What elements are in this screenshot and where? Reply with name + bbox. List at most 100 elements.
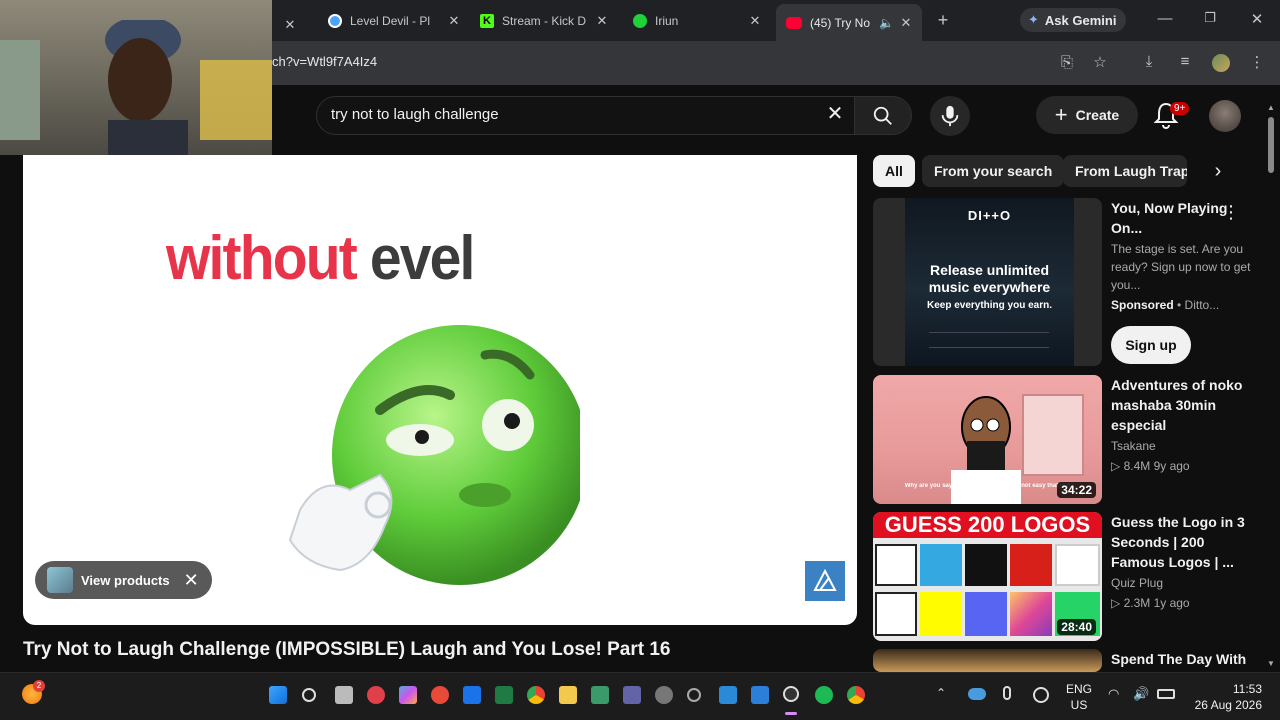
recommended-video[interactable]: GUESS 200 LOGOS 28:40 Guess the Logo in … bbox=[873, 512, 1263, 641]
chrome-icon[interactable] bbox=[527, 686, 545, 704]
install-app-icon[interactable]: ⎘ bbox=[1057, 54, 1077, 71]
ad-thumbnail[interactable]: DI++O Release unlimited music everywhere… bbox=[873, 198, 1102, 366]
chip-from-your-search[interactable]: From your search bbox=[922, 155, 1065, 187]
mcdonalds-logo bbox=[1010, 544, 1052, 586]
chevron-right-icon[interactable]: › bbox=[1204, 156, 1232, 186]
file-explorer-icon[interactable] bbox=[559, 686, 577, 704]
app-icon-gear[interactable] bbox=[655, 686, 673, 704]
ad-brand-logo: DI++O bbox=[967, 208, 1012, 223]
profile-avatar-icon[interactable] bbox=[1212, 54, 1230, 72]
task-view-icon[interactable] bbox=[335, 686, 353, 704]
minimize-icon[interactable]: — bbox=[1155, 10, 1175, 27]
snapchat-logo bbox=[920, 592, 962, 636]
bookmark-star-icon[interactable]: ☆ bbox=[1090, 53, 1110, 71]
microphone-icon bbox=[941, 105, 959, 127]
app-icon-cube[interactable] bbox=[751, 686, 769, 704]
video-meta: Guess the Logo in 3 Seconds | 200 Famous… bbox=[1111, 512, 1256, 612]
view-products-label: View products bbox=[81, 572, 170, 588]
ask-gemini-button[interactable]: ✦ Ask Gemini bbox=[1020, 8, 1126, 32]
video-thumbnail[interactable]: Why are you saying only be because it's … bbox=[873, 375, 1102, 504]
browser-menu-icon[interactable]: ⋮ bbox=[1247, 53, 1267, 71]
chip-from-channel[interactable]: From Laugh Trapp bbox=[1063, 155, 1187, 187]
account-avatar[interactable] bbox=[1209, 100, 1241, 132]
clear-search-icon[interactable]: ✕ bbox=[822, 101, 848, 126]
onedrive-icon[interactable] bbox=[968, 688, 986, 700]
windows-start-icon[interactable] bbox=[269, 686, 287, 704]
microphone-icon[interactable] bbox=[1003, 686, 1011, 700]
spotify-icon[interactable] bbox=[815, 686, 833, 704]
voice-search-button[interactable] bbox=[930, 96, 970, 136]
sign-up-button[interactable]: Sign up bbox=[1111, 326, 1191, 364]
download-icon[interactable]: ⤓ bbox=[1139, 53, 1159, 70]
channel-watermark-icon[interactable] bbox=[805, 561, 845, 601]
tab-label: Iriun bbox=[655, 14, 679, 28]
channel-name[interactable]: Tsakane bbox=[1111, 437, 1256, 455]
scroll-down-arrow-icon[interactable]: ▼ bbox=[1266, 659, 1276, 668]
wifi-icon[interactable]: ◠ bbox=[1108, 686, 1119, 702]
discord-logo bbox=[965, 592, 1007, 636]
page-scrollbar[interactable]: ▲ ▼ bbox=[1266, 85, 1276, 672]
battery-icon[interactable] bbox=[1157, 689, 1175, 699]
chip-all[interactable]: All bbox=[873, 155, 915, 187]
recommended-video[interactable]: Spend The Day With bbox=[873, 649, 1263, 672]
close-icon[interactable]: ✕ bbox=[898, 15, 914, 31]
close-window-icon[interactable]: ✕ bbox=[1247, 10, 1267, 28]
language-indicator[interactable]: ENG US bbox=[1064, 681, 1094, 713]
ad-headline-a: Release bbox=[929, 262, 987, 278]
volume-icon[interactable]: 🔊 bbox=[1133, 686, 1149, 702]
show-hidden-icons-icon[interactable]: ⌃ bbox=[936, 686, 946, 700]
ad-tagline: Keep everything you earn. bbox=[926, 300, 1053, 311]
video-meta: Adventures of noko mashaba 30min especia… bbox=[1111, 375, 1256, 475]
youtube-icon bbox=[786, 16, 802, 29]
close-icon[interactable]: ✕ bbox=[184, 570, 199, 591]
media-controls-icon[interactable]: ≡ bbox=[1175, 53, 1195, 70]
video-title[interactable]: Adventures of noko mashaba 30min especia… bbox=[1111, 375, 1256, 435]
language-code: ENG bbox=[1065, 682, 1092, 696]
weather-badge: 2 bbox=[33, 680, 45, 692]
tab-level-devil[interactable]: Level Devil - Pl ✕ bbox=[328, 6, 462, 36]
teams-icon[interactable] bbox=[623, 686, 641, 704]
excel-icon[interactable] bbox=[495, 686, 513, 704]
close-icon[interactable]: ✕ bbox=[446, 13, 462, 29]
channel-name[interactable]: Quiz Plug bbox=[1111, 574, 1256, 592]
video-player[interactable]: without evel View products ✕ bbox=[23, 155, 857, 625]
more-options-icon[interactable]: ⋮ bbox=[1222, 202, 1240, 224]
url-field[interactable]: ch?v=Wtl9f7A4Iz4 bbox=[272, 54, 377, 69]
view-products-button[interactable]: View products ✕ bbox=[35, 561, 212, 599]
settings-icon[interactable] bbox=[1033, 687, 1049, 703]
search-button[interactable] bbox=[854, 96, 912, 135]
system-clock[interactable]: 11:53 26 Aug 2026 bbox=[1192, 681, 1262, 713]
app-icon-circle[interactable] bbox=[687, 688, 701, 702]
sponsored-ad-card[interactable]: DI++O Release unlimited music everywhere… bbox=[873, 198, 1263, 366]
close-icon[interactable]: ✕ bbox=[747, 13, 763, 29]
copilot-icon[interactable] bbox=[399, 686, 417, 704]
search-icon[interactable] bbox=[302, 688, 316, 702]
restore-icon[interactable]: ❐ bbox=[1200, 10, 1220, 26]
app-icon-colorful[interactable] bbox=[431, 686, 449, 704]
video-thumbnail[interactable] bbox=[873, 649, 1102, 672]
app-icon-red[interactable] bbox=[367, 686, 385, 704]
app-icon-blue[interactable] bbox=[463, 686, 481, 704]
speaker-icon[interactable]: 🔈 bbox=[879, 16, 894, 30]
video-title[interactable]: Spend The Day With bbox=[1111, 649, 1256, 669]
close-icon[interactable]: ✕ bbox=[282, 17, 298, 33]
vscode-icon[interactable] bbox=[719, 686, 737, 704]
create-button[interactable]: + Create bbox=[1036, 96, 1138, 134]
search-query[interactable]: try not to laugh challenge bbox=[331, 106, 499, 123]
video-title[interactable]: Guess the Logo in 3 Seconds | 200 Famous… bbox=[1111, 512, 1256, 572]
tab-youtube-active[interactable]: (45) Try No 🔈 ✕ bbox=[776, 4, 922, 41]
tab-close-partial[interactable]: ✕ bbox=[282, 10, 302, 40]
video-stats: ▷ 2.3M 1y ago bbox=[1111, 596, 1190, 610]
chrome-icon[interactable] bbox=[847, 686, 865, 704]
tab-iriun[interactable]: Iriun ✕ bbox=[633, 6, 763, 36]
scrollbar-thumb[interactable] bbox=[1268, 117, 1274, 173]
video-thumbnail[interactable]: GUESS 200 LOGOS 28:40 bbox=[873, 512, 1102, 641]
region-code: US bbox=[1070, 698, 1088, 712]
recommended-video[interactable]: Why are you saying only be because it's … bbox=[873, 375, 1263, 504]
app-icon-green[interactable] bbox=[591, 686, 609, 704]
close-icon[interactable]: ✕ bbox=[594, 13, 610, 29]
obs-icon[interactable] bbox=[783, 686, 799, 702]
new-tab-icon[interactable]: + bbox=[933, 10, 953, 31]
scroll-up-arrow-icon[interactable]: ▲ bbox=[1266, 103, 1276, 112]
tab-kick-stream[interactable]: K Stream - Kick D ✕ bbox=[480, 6, 610, 36]
